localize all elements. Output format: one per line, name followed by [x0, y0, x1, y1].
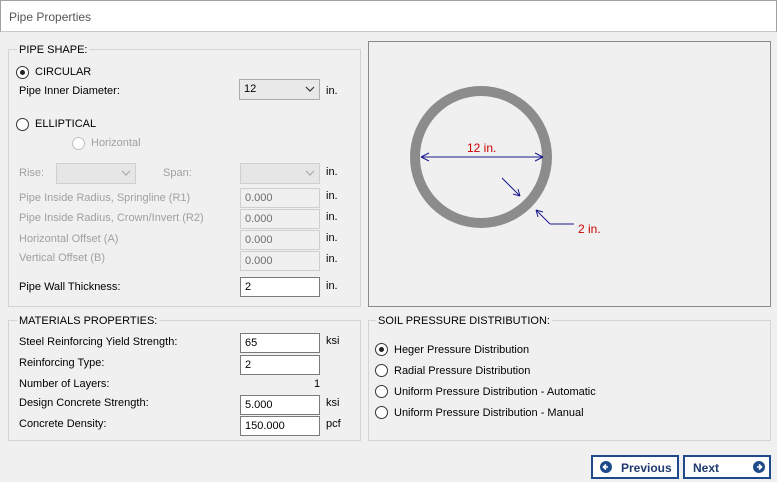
concrete-density-input[interactable] [240, 416, 320, 436]
vertical-offset-label: Vertical Offset (B) [19, 252, 105, 264]
pipe-preview-panel: 12 in. 2 in. [368, 41, 771, 307]
horizontal-radio[interactable] [72, 137, 85, 150]
materials-group-label: MATERIALS PROPERTIES: [17, 315, 160, 327]
soil-option-heger-radio[interactable] [375, 343, 388, 356]
arrow-right-circle-icon [753, 461, 765, 473]
rise-select[interactable] [56, 163, 136, 184]
concrete-strength-label: Design Concrete Strength: [19, 397, 149, 409]
chevron-down-icon [305, 170, 315, 176]
wall-leader-inner [535, 209, 551, 225]
next-button[interactable]: Next [683, 455, 771, 479]
pipe-shape-group-label: PIPE SHAPE: [17, 44, 90, 56]
span-select[interactable] [240, 163, 320, 184]
reinforcing-type-label: Reinforcing Type: [19, 357, 105, 369]
reinforcing-type-input[interactable] [240, 355, 320, 375]
r1-label: Pipe Inside Radius, Springline (R1) [19, 192, 191, 204]
span-unit: in. [326, 166, 338, 178]
previous-button[interactable]: Previous [591, 455, 679, 479]
wall-annotation: 2 in. [578, 222, 601, 236]
r2-label: Pipe Inside Radius, Crown/Invert (R2) [19, 212, 204, 224]
inner-diameter-value: 12 [244, 83, 257, 95]
wall-thickness-label: Pipe Wall Thickness: [19, 281, 121, 293]
soil-option-uniform-manual-label: Uniform Pressure Distribution - Manual [394, 407, 584, 419]
steel-yield-input[interactable] [240, 333, 320, 353]
elliptical-radio[interactable] [16, 118, 29, 131]
soil-option-radial-label: Radial Pressure Distribution [394, 365, 531, 377]
window-title: Pipe Properties [9, 10, 92, 24]
pipe-cross-section-drawing [410, 86, 574, 228]
wall-leader-outer [501, 177, 521, 197]
circular-radio[interactable] [16, 66, 29, 79]
diameter-annotation: 12 in. [467, 141, 497, 155]
concrete-density-unit: pcf [326, 418, 341, 430]
title-bar: Pipe Properties [0, 0, 777, 32]
r2-unit: in. [326, 211, 338, 223]
concrete-strength-input[interactable] [240, 395, 320, 415]
previous-button-label: Previous [621, 461, 672, 475]
number-of-layers-label: Number of Layers: [19, 378, 110, 390]
horizontal-offset-label: Horizontal Offset (A) [19, 233, 119, 245]
next-button-label: Next [693, 461, 720, 475]
r1-unit: in. [326, 190, 338, 202]
wall-thickness-unit: in. [326, 280, 338, 292]
r2-input[interactable] [240, 209, 320, 229]
soil-option-uniform-automatic-radio[interactable] [375, 385, 388, 398]
soil-option-radial-radio[interactable] [375, 364, 388, 377]
horizontal-label: Horizontal [91, 137, 141, 149]
wall-thickness-input[interactable] [240, 277, 320, 297]
steel-yield-unit: ksi [326, 335, 340, 347]
rise-label: Rise: [19, 167, 45, 179]
soil-pressure-group-label: SOIL PRESSURE DISTRIBUTION: [376, 315, 552, 327]
steel-yield-label: Steel Reinforcing Yield Strength: [19, 336, 178, 348]
vertical-offset-unit: in. [326, 253, 338, 265]
arrow-left-circle-icon [600, 461, 612, 473]
span-label: Span: [163, 167, 192, 179]
r1-input[interactable] [240, 188, 320, 208]
circular-label: CIRCULAR [35, 66, 92, 78]
chevron-down-icon [121, 170, 131, 176]
inner-diameter-select[interactable]: 12 [239, 79, 320, 100]
elliptical-label: ELLIPTICAL [35, 118, 97, 130]
inner-diameter-label: Pipe Inner Diameter: [19, 85, 120, 97]
number-of-layers-value: 1 [314, 378, 321, 390]
horizontal-offset-unit: in. [326, 232, 338, 244]
inner-diameter-unit: in. [326, 85, 338, 97]
soil-option-uniform-manual-radio[interactable] [375, 406, 388, 419]
chevron-down-icon [305, 86, 315, 92]
soil-option-heger-label: Heger Pressure Distribution [394, 344, 530, 356]
concrete-density-label: Concrete Density: [19, 418, 107, 430]
soil-pressure-group [368, 320, 771, 441]
vertical-offset-input[interactable] [240, 251, 320, 271]
concrete-strength-unit: ksi [326, 397, 340, 409]
soil-option-uniform-automatic-label: Uniform Pressure Distribution - Automati… [394, 386, 596, 398]
horizontal-offset-input[interactable] [240, 230, 320, 250]
